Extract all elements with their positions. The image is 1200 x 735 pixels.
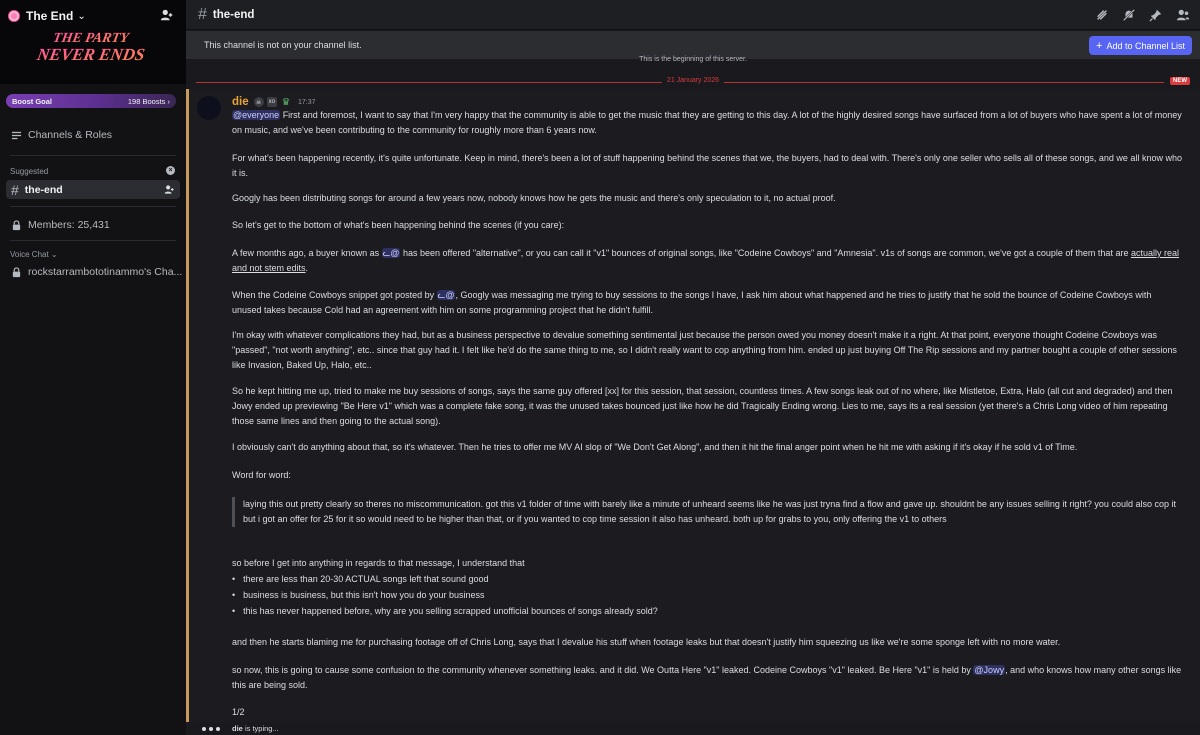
list-item: business is business, but this isn't how… xyxy=(232,587,658,603)
lock-icon xyxy=(10,219,22,231)
message-paragraph: For what's been happening recently, it's… xyxy=(232,153,1182,178)
message-paragraph: I obviously can't do anything about that… xyxy=(232,442,1078,452)
sidebar-channel-the-end[interactable]: # the-end xyxy=(6,180,180,199)
hash-icon: # xyxy=(11,181,19,198)
skull-badge-icon: ☠ xyxy=(253,97,264,107)
pin-icon[interactable] xyxy=(1149,8,1163,22)
members-row[interactable]: Members: 25,431 xyxy=(10,219,110,231)
crown-icon: ♛ xyxy=(281,96,291,108)
invite-people-icon[interactable] xyxy=(164,184,175,195)
message-timestamp: 17:37 xyxy=(297,98,316,106)
message-paragraph: I'm okay with whatever complications the… xyxy=(232,330,1177,370)
message-blockquote: laying this out pretty clearly so theres… xyxy=(232,497,1182,527)
new-messages-divider: 21 January 2026 NEW xyxy=(196,77,1190,86)
notice-text: This channel is not on your channel list… xyxy=(204,40,362,50)
boost-goal-bar[interactable]: Boost Goal 198 Boosts › xyxy=(6,94,176,108)
message-paragraph: so before I get into anything in regards… xyxy=(232,558,525,568)
lock-icon xyxy=(10,266,22,278)
message-paragraph: Googly has been distributing songs for a… xyxy=(232,193,836,203)
server-banner-art: THE PARTY NEVER ENDS xyxy=(35,30,147,64)
mention-user[interactable]: ᓚ@ xyxy=(436,290,456,300)
server-icon xyxy=(8,10,20,22)
server-header[interactable]: The End ⌄ xyxy=(8,8,178,24)
sidebar-divider xyxy=(10,240,176,241)
voice-channel[interactable]: rockstarrambototinammo's Cha... xyxy=(10,266,182,278)
message-paragraph: and then he starts blaming me for purcha… xyxy=(232,637,1061,647)
message-paragraph: When the Codeine Cowboys snippet got pos… xyxy=(232,290,1152,315)
mention-user[interactable]: ᓚ@ xyxy=(381,248,401,258)
member-list-icon[interactable] xyxy=(1176,8,1190,22)
svg-text:NEVER ENDS: NEVER ENDS xyxy=(35,45,147,64)
mention-everyone[interactable]: @everyone xyxy=(232,110,281,120)
channel-title: the-end xyxy=(212,8,255,21)
plus-icon: + xyxy=(1096,39,1103,52)
beginning-of-server-text: This is the beginning of this server. xyxy=(639,56,747,63)
hash-icon: # xyxy=(198,5,207,23)
server-sidebar: The End ⌄ THE PARTY NEVER ENDS Boost Goa… xyxy=(0,0,186,735)
add-to-channel-list-button[interactable]: + Add to Channel List xyxy=(1089,36,1192,55)
channel-header: # the-end xyxy=(186,0,1200,30)
sidebar-divider xyxy=(10,206,176,207)
new-badge: NEW xyxy=(1170,77,1190,85)
channel-list-notice: This channel is not on your channel list… xyxy=(186,31,1200,59)
add-to-channel-list-label: Add to Channel List xyxy=(1106,40,1185,51)
invite-people-icon[interactable] xyxy=(160,8,174,22)
threads-icon[interactable] xyxy=(1095,8,1109,22)
members-count: Members: 25,431 xyxy=(28,219,110,231)
message-paragraph: @everyone First and foremost, I want to … xyxy=(232,110,1182,135)
boost-count: 198 Boosts › xyxy=(127,96,170,106)
message-paragraph: A few months ago, a buyer known as ᓚ@ ha… xyxy=(232,248,1179,273)
svg-text:THE PARTY: THE PARTY xyxy=(52,30,132,46)
guild-tag-badge[interactable]: xo xyxy=(266,97,277,107)
message-author[interactable]: die xyxy=(232,96,249,108)
channels-and-roles[interactable]: Channels & Roles xyxy=(10,129,112,141)
typing-dots-icon xyxy=(202,726,220,731)
mention-jowy[interactable]: @Jowy xyxy=(973,665,1006,675)
avatar[interactable] xyxy=(197,96,221,120)
message-paragraph: So he kept hitting me up, tried to make … xyxy=(232,386,1173,426)
suggested-label: Suggested xyxy=(10,167,49,176)
boost-goal-label: Boost Goal xyxy=(12,96,53,106)
sidebar-divider xyxy=(10,155,176,156)
message-paragraph: Word for word: xyxy=(232,470,291,480)
server-name: The End xyxy=(26,9,74,23)
voice-chat-label[interactable]: Voice Chat ⌄ xyxy=(10,250,58,259)
list-item: this has never happened before, why are … xyxy=(232,603,658,619)
chevron-down-icon: ⌄ xyxy=(77,10,86,22)
list-icon xyxy=(10,129,22,141)
message-page-indicator: 1/2 xyxy=(232,707,245,717)
message-bullet-list: there are less than 20-30 ACTUAL songs l… xyxy=(232,571,658,619)
notification-bell-muted-icon[interactable] xyxy=(1122,8,1136,22)
typing-indicator: die is typing... xyxy=(186,722,1200,735)
channels-and-roles-label: Channels & Roles xyxy=(28,129,113,141)
divider-date: 21 January 2026 xyxy=(661,77,725,84)
message-paragraph: So let's get to the bottom of what's bee… xyxy=(232,220,565,230)
typing-text: die is typing... xyxy=(232,724,279,733)
message-paragraph: so now, this is going to cause some conf… xyxy=(232,665,1182,690)
header-toolbar xyxy=(1095,8,1190,22)
voice-channel-label: rockstarrambototinammo's Cha... xyxy=(28,266,183,278)
server-banner: The End ⌄ THE PARTY NEVER ENDS xyxy=(0,0,186,84)
list-item: there are less than 20-30 ACTUAL songs l… xyxy=(232,571,658,587)
close-icon[interactable]: × xyxy=(166,166,175,175)
channel-label: the-end xyxy=(24,183,63,196)
message-header: die ☠ xo ♛ 17:37 xyxy=(232,96,316,108)
